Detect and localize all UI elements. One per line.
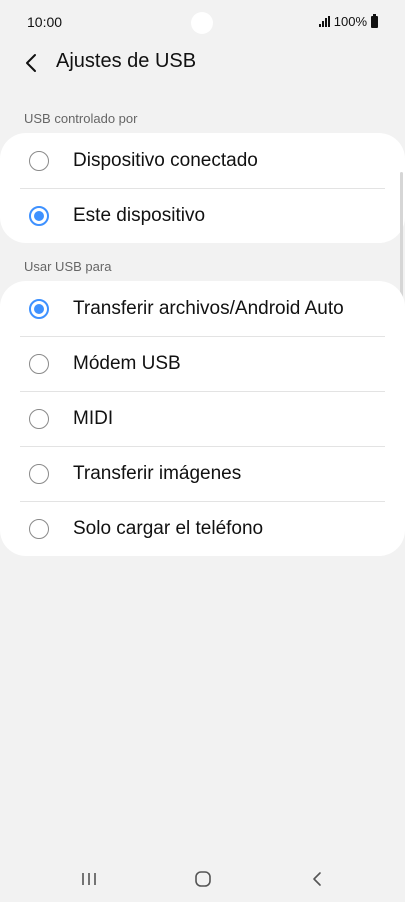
radio-button[interactable] xyxy=(29,463,49,484)
page-title: Ajustes de USB xyxy=(56,50,197,72)
front-camera xyxy=(191,12,213,34)
option-transfer-images[interactable]: Transferir imágenes xyxy=(0,446,405,501)
option-label: Dispositivo conectado xyxy=(73,149,258,171)
option-label: Módem USB xyxy=(73,352,181,374)
option-transfer-files[interactable]: Transferir archivos/Android Auto xyxy=(0,281,405,336)
radio-button[interactable] xyxy=(29,353,49,374)
status-bar: 10:00 100% xyxy=(0,0,405,44)
back-arrow-icon xyxy=(26,54,36,72)
option-label: Transferir archivos/Android Auto xyxy=(73,297,344,319)
recents-button[interactable] xyxy=(69,864,109,894)
option-label: Solo cargar el teléfono xyxy=(73,517,264,539)
option-connected-device[interactable]: Dispositivo conectado xyxy=(0,133,405,188)
home-button[interactable] xyxy=(183,864,223,894)
radio-button[interactable] xyxy=(29,150,49,171)
radio-button-selected[interactable] xyxy=(29,298,49,319)
battery-icon xyxy=(371,13,378,28)
option-usb-modem[interactable]: Módem USB xyxy=(0,336,405,391)
radio-button[interactable] xyxy=(29,518,49,539)
app-bar: Ajustes de USB xyxy=(0,40,405,84)
option-midi[interactable]: MIDI xyxy=(0,391,405,446)
option-charge-only[interactable]: Solo cargar el teléfono xyxy=(0,501,405,556)
use-usb-for-card: Transferir archivos/Android Auto Módem U… xyxy=(0,281,405,556)
battery-percentage: 100% xyxy=(333,14,367,29)
section-header-use-usb-for: Usar USB para xyxy=(24,259,112,274)
usb-controlled-by-card: Dispositivo conectado Este dispositivo xyxy=(0,133,405,243)
navigation-bar xyxy=(0,856,405,902)
radio-button[interactable] xyxy=(29,408,49,429)
radio-button-selected[interactable] xyxy=(29,205,49,226)
back-icon xyxy=(313,872,321,886)
option-label: Transferir imágenes xyxy=(73,462,242,484)
option-this-device[interactable]: Este dispositivo xyxy=(0,188,405,243)
option-label: Este dispositivo xyxy=(73,204,206,226)
nav-back-button[interactable] xyxy=(297,864,337,894)
section-header-usb-controlled-by: USB controlado por xyxy=(24,111,138,126)
recents-icon xyxy=(82,873,96,885)
option-label: MIDI xyxy=(73,407,114,429)
phone-screen: 10:00 100% Ajustes de USB USB controlado… xyxy=(0,0,405,902)
back-button[interactable] xyxy=(14,46,48,80)
signal-icon xyxy=(318,16,330,27)
status-time: 10:00 xyxy=(27,14,63,30)
status-icons: 100% xyxy=(318,13,378,29)
home-icon xyxy=(195,871,211,887)
